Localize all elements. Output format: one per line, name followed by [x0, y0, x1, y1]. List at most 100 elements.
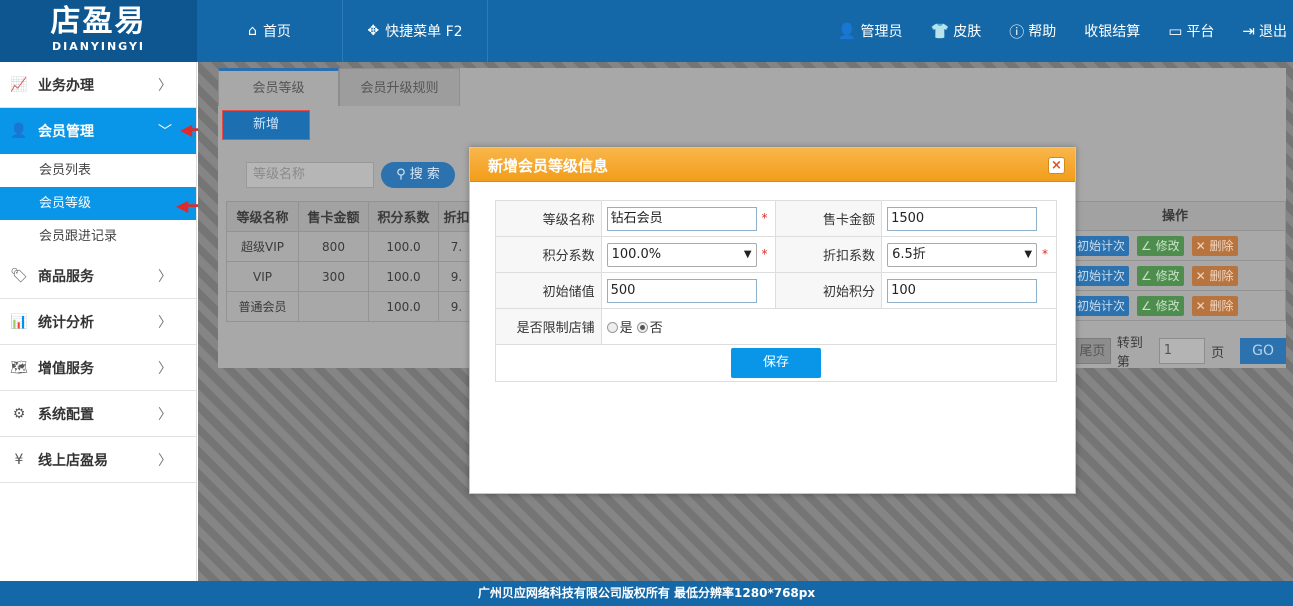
level-form: 等级名称 钻石会员 * 售卡金额 1500 积分系数 100.0% ▼ * 折扣系数 …: [495, 200, 1058, 382]
table-cell: 800: [298, 231, 369, 262]
nav-skin-label: 皮肤: [953, 24, 982, 40]
footer-copyright: 广州贝应网络科技有限公司版权所有 最低分辨率1280*768px: [0, 581, 1293, 606]
sidebar-sub-member-level[interactable]: 会员等级: [0, 187, 196, 220]
tab-upgrade-rules[interactable]: 会员升级规则: [339, 68, 460, 106]
yen-monitor-icon: ¥: [14, 451, 24, 468]
chevron-right-icon: 〉: [158, 268, 172, 285]
logo-en: DIANYINGYI: [51, 40, 146, 53]
dialog-header: 新增会员等级信息 ×: [470, 148, 1075, 182]
init-balance-input[interactable]: 500: [606, 278, 757, 303]
edit-button[interactable]: ∠ 修改: [1137, 295, 1184, 316]
sidebar-item-label: 会员管理: [38, 124, 94, 140]
column-header: 积分系数: [368, 201, 439, 232]
search-icon: ⚲: [396, 167, 406, 182]
table-cell: VIP: [226, 261, 299, 292]
edit-label: 修改: [1155, 268, 1180, 283]
edit-icon: ∠: [1141, 268, 1156, 283]
table-cell: [298, 291, 369, 322]
init-count-button[interactable]: 初始计次: [1073, 235, 1130, 256]
delete-button[interactable]: ✕ 删除: [1191, 265, 1238, 286]
user-icon: 👤: [10, 123, 28, 139]
delete-button[interactable]: ✕ 删除: [1191, 235, 1238, 256]
init-count-button[interactable]: 初始计次: [1073, 265, 1130, 286]
table-row: 普通会员 100.0 9.: [226, 291, 475, 322]
table-row: VIP 300 100.0 9.: [226, 261, 475, 292]
nav-checkout-label: 收银结算: [1084, 24, 1141, 40]
nav-admin-label: 管理员: [860, 24, 903, 40]
goto-label: 转到第: [1116, 336, 1143, 370]
move-icon: ✥: [367, 23, 380, 39]
sidebar-item-value-added[interactable]: 🗺 增值服务 〉: [0, 345, 196, 391]
edit-label: 修改: [1155, 298, 1180, 313]
nav-help[interactable]: ⓘ 帮助: [1009, 21, 1056, 42]
table-cell: 100.0: [368, 231, 439, 262]
page-input[interactable]: 1: [1158, 338, 1206, 364]
nav-quick-menu-label: 快捷菜单 F2: [385, 24, 463, 40]
chevron-right-icon: 〉: [158, 314, 172, 331]
init-points-input[interactable]: 100: [887, 278, 1038, 303]
user-icon: 👤: [837, 22, 857, 40]
home-icon: ⌂: [248, 23, 257, 39]
edit-icon: ∠: [1141, 298, 1156, 313]
card-amount-input[interactable]: 1500: [887, 206, 1038, 231]
required-mark: *: [761, 211, 768, 225]
search-button[interactable]: ⚲ 搜 索: [381, 162, 455, 188]
top-header: 店盈易 DIANYINGYI ⌂ 首页 ✥ 快捷菜单 F2 👤 管理员 👕 皮肤 ⓘ…: [0, 0, 1293, 62]
nav-platform[interactable]: ▭ 平台: [1168, 21, 1214, 41]
close-icon: ✕: [1195, 298, 1210, 313]
chevron-right-icon: 〉: [158, 452, 172, 469]
radio-yes[interactable]: 是: [606, 321, 633, 336]
level-table: 等级名称 售卡金额 积分系数 折扣 超级VIP 800 100.0 7. VIP…: [226, 201, 475, 322]
nav-home-label: 首页: [262, 24, 291, 40]
discount-coef-label: 折扣系数: [775, 236, 883, 273]
card-amount-label: 售卡金额: [775, 200, 883, 237]
header-right-menu: 👤 管理员 👕 皮肤 ⓘ 帮助 收银结算 ▭ 平台 ⇥ 退出: [838, 0, 1293, 62]
level-name-input[interactable]: 钻石会员: [606, 206, 757, 231]
nav-admin[interactable]: 👤 管理员: [838, 21, 903, 41]
search-input[interactable]: 等级名称: [246, 162, 374, 188]
edit-button[interactable]: ∠ 修改: [1137, 265, 1184, 286]
save-button[interactable]: 保存: [731, 348, 821, 378]
go-button[interactable]: GO: [1240, 338, 1286, 364]
nav-platform-label: 平台: [1186, 24, 1215, 40]
sidebar-item-member[interactable]: 👤 会员管理 ﹀: [0, 108, 196, 154]
close-icon[interactable]: ×: [1048, 157, 1065, 174]
dropdown-arrow-icon: ▼: [1024, 248, 1033, 260]
nav-home[interactable]: ⌂ 首页: [197, 0, 343, 62]
dropdown-arrow-icon: ▼: [743, 248, 752, 260]
delete-label: 删除: [1209, 238, 1234, 253]
sidebar-sub-follow-up[interactable]: 会员跟进记录: [0, 220, 196, 253]
chevron-right-icon: 〉: [158, 360, 172, 377]
delete-button[interactable]: ✕ 删除: [1191, 295, 1238, 316]
discount-coef-select[interactable]: 6.5折 ▼: [887, 242, 1038, 267]
ops-header: 操作: [1064, 201, 1286, 231]
operations-column: 操作 初始计次 ∠ 修改 ✕ 删除 初始计次 ∠ 修改 ✕ 删除 初始计次 ∠ …: [1064, 201, 1286, 321]
radio-icon: [606, 322, 618, 333]
sidebar: 📈 业务办理〉 👤 会员管理 ﹀ 会员列表 会员等级 会员跟进记录 🏷 商品服务〉 📊 统…: [0, 62, 197, 581]
sidebar-item-online[interactable]: ¥ 线上店盈易 〉: [0, 437, 196, 483]
nav-logout[interactable]: ⇥ 退出: [1242, 21, 1287, 41]
edit-button[interactable]: ∠ 修改: [1137, 235, 1184, 256]
limit-store-label: 是否限制店铺: [495, 308, 602, 345]
sidebar-item-settings[interactable]: ⚙ 系统配置 〉: [0, 391, 196, 437]
sidebar-item-stats[interactable]: 📊 统计分析 〉: [0, 299, 196, 345]
init-count-button[interactable]: 初始计次: [1073, 295, 1130, 316]
dashboard-icon: 📊: [10, 313, 28, 330]
add-level-button[interactable]: 新增: [222, 110, 310, 140]
radio-no[interactable]: 否: [636, 321, 663, 336]
sidebar-item-products[interactable]: 🏷 商品服务 〉: [0, 253, 196, 299]
nav-checkout[interactable]: 收银结算: [1084, 21, 1140, 41]
delete-label: 删除: [1209, 298, 1234, 313]
tab-member-level[interactable]: 会员等级: [218, 68, 339, 106]
chevron-right-icon: 〉: [158, 77, 172, 94]
sidebar-item-business[interactable]: 📈 业务办理 〉: [0, 62, 196, 108]
save-row: 保存: [495, 344, 1057, 382]
level-name-label: 等级名称: [495, 200, 602, 237]
points-coef-select[interactable]: 100.0% ▼: [606, 242, 757, 267]
logout-icon: ⇥: [1242, 22, 1255, 40]
edit-label: 修改: [1155, 238, 1180, 253]
sidebar-sub-member-list[interactable]: 会员列表: [0, 154, 196, 187]
last-page-button[interactable]: 尾页: [1074, 338, 1111, 364]
nav-skin[interactable]: 👕 皮肤: [931, 21, 982, 41]
nav-quick-menu[interactable]: ✥ 快捷菜单 F2: [343, 0, 488, 62]
